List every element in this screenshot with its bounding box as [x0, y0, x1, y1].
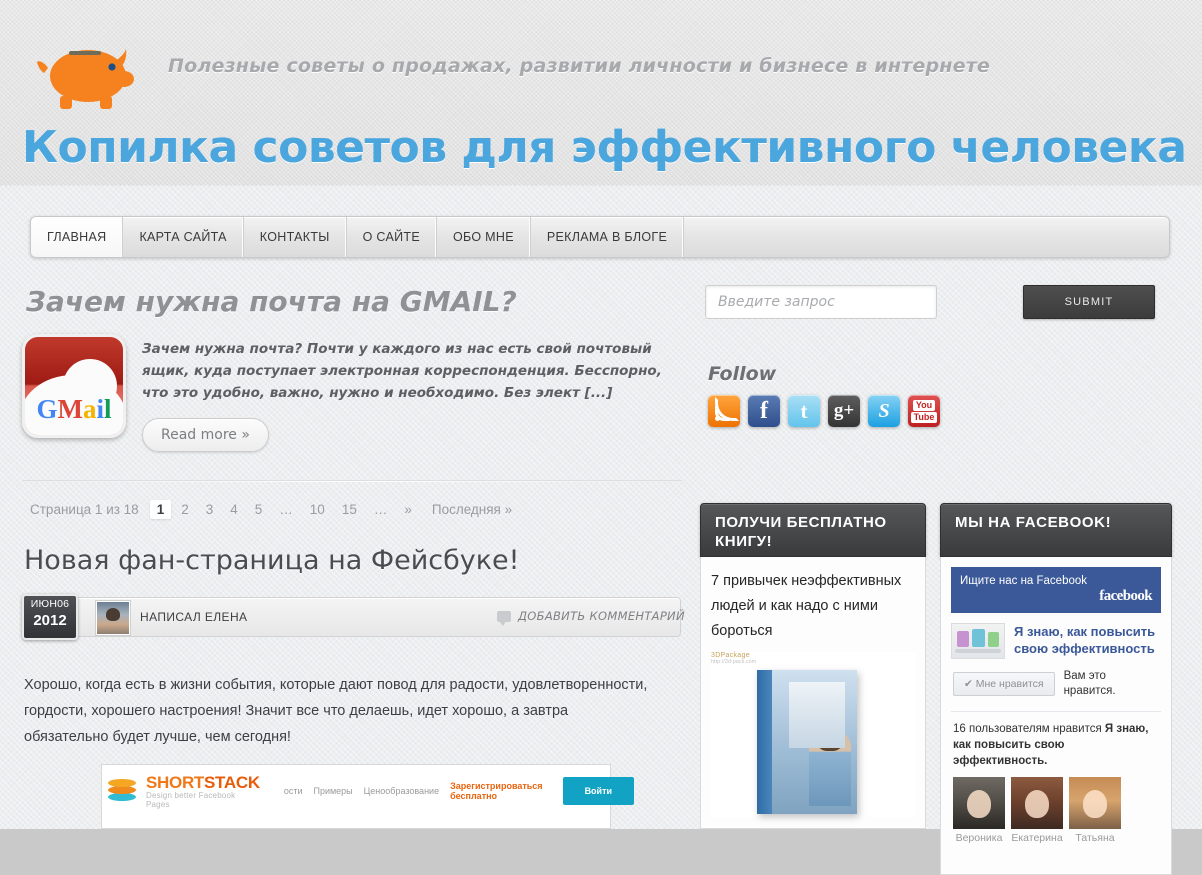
- search-submit-button[interactable]: SUBMIT: [1023, 285, 1155, 319]
- pagination-page-5[interactable]: 5: [248, 500, 270, 519]
- shortstack-nav-news[interactable]: ости: [284, 786, 303, 796]
- youtube-icon[interactable]: You Tube: [908, 395, 940, 427]
- facebook-like-count-number: 16 пользователям нравится: [953, 723, 1105, 735]
- facebook-fan-list: Вероника Екатерина Татьяна: [941, 769, 1171, 844]
- widget-free-book-title: ПОЛУЧИ БЕСПЛАТНО КНИГУ!: [700, 503, 926, 557]
- fan-name: Вероника: [955, 832, 1003, 844]
- pagination-page-4[interactable]: 4: [223, 500, 245, 519]
- pagination-ellipsis-2: …: [373, 502, 388, 517]
- nav-item-home[interactable]: ГЛАВНАЯ: [31, 217, 124, 257]
- rss-icon[interactable]: [708, 395, 740, 427]
- widget-free-book: ПОЛУЧИ БЕСПЛАТНО КНИГУ! 7 привычек неэфф…: [700, 503, 926, 829]
- youtube-label-bottom: Tube: [910, 411, 938, 423]
- fan-name: Татьяна: [1075, 832, 1115, 844]
- follow-heading: Follow: [708, 363, 777, 385]
- book-3d-cover: [757, 670, 857, 814]
- shortstack-nav-examples[interactable]: Примеры: [313, 786, 352, 796]
- post-body: Хорошо, когда есть в жизни события, кото…: [24, 677, 648, 745]
- add-comment-link[interactable]: ДОБАВИТЬ КОММЕНТАРИЙ: [497, 609, 685, 626]
- shortstack-tagline: Design better Facebook Pages: [146, 790, 236, 809]
- post-date-month: ИЮН06: [30, 598, 70, 610]
- facebook-widget-header: Ищите нас на Facebook facebook: [951, 567, 1161, 613]
- main-content: Зачем нужна почта на GMAIL? GMail Зачем …: [22, 285, 682, 452]
- facebook-fan[interactable]: Екатерина: [1011, 777, 1063, 844]
- book-cover-image[interactable]: 3DPackage http://3d-pack.com: [711, 652, 915, 817]
- widget-facebook-title: МЫ НА FACEBOOK!: [940, 503, 1172, 557]
- pagination-ellipsis-1: …: [279, 502, 293, 517]
- facebook-page-name[interactable]: Я знаю, как повысить свою эффективность: [1014, 623, 1161, 659]
- shortstack-name-bold: STACK: [204, 772, 260, 792]
- pagination-label: Страница 1 из 18: [30, 502, 139, 517]
- shortstack-screenshot: SHORTSTACK Design better Facebook Pages …: [101, 764, 635, 829]
- sidebar-top: SUBMIT Follow f t g+ S You Tube: [700, 285, 1180, 427]
- post-title[interactable]: Новая фан-страница на Фейсбуке!: [24, 545, 520, 576]
- post-author: НАПИСАЛ ЕЛЕНА: [140, 610, 248, 624]
- fan-avatar: [1069, 777, 1121, 829]
- shortstack-nav-pricing[interactable]: Ценообразование: [364, 786, 439, 796]
- site-title: Копилка советов для эффективного человек…: [22, 122, 1187, 173]
- facebook-like-count: 16 пользователям нравится Я знаю, как по…: [941, 712, 1171, 769]
- shortstack-name-light: SHORT: [146, 772, 205, 792]
- shortstack-wordmark: SHORTSTACK: [146, 774, 260, 791]
- facebook-icon[interactable]: f: [748, 395, 780, 427]
- content-divider: [22, 480, 682, 482]
- nav-item-advertising[interactable]: РЕКЛАМА В БЛОГЕ: [531, 217, 685, 257]
- fan-name: Екатерина: [1011, 832, 1063, 844]
- book-watermark: 3DPackage: [711, 652, 750, 659]
- facebook-brand-wordmark: facebook: [1099, 588, 1152, 604]
- book-watermark-url: http://3d-pack.com: [711, 659, 757, 665]
- facebook-page-thumbnail: [951, 623, 1005, 659]
- page-root: Полезные советы о продажах, развитии лич…: [0, 0, 1202, 875]
- pagination-page-15[interactable]: 15: [335, 500, 364, 519]
- post-date-year: 2012: [33, 612, 67, 629]
- facebook-like-button[interactable]: ✔ Мне нравится: [953, 672, 1055, 696]
- shortstack-login-button[interactable]: Войти: [562, 777, 635, 805]
- pagination: Страница 1 из 18 1 2 3 4 5 … 10 15 … » П…: [30, 500, 512, 519]
- gmail-wordmark: GMail: [36, 394, 112, 424]
- skype-icon[interactable]: S: [868, 395, 900, 427]
- pagination-last[interactable]: Последняя »: [432, 502, 512, 517]
- read-more-button[interactable]: Read more »: [142, 418, 269, 452]
- widget-facebook: МЫ НА FACEBOOK! Ищите нас на Facebook fa…: [940, 503, 1172, 875]
- nav-item-about-site[interactable]: О САЙТЕ: [347, 217, 437, 257]
- add-comment-label: ДОБАВИТЬ КОММЕНТАРИЙ: [518, 609, 685, 623]
- facebook-fan[interactable]: Вероника: [953, 777, 1005, 844]
- google-plus-icon[interactable]: g+: [828, 395, 860, 427]
- featured-post-title[interactable]: Зачем нужна почта на GMAIL?: [26, 285, 682, 318]
- nav-item-sitemap[interactable]: КАРТА САЙТА: [123, 217, 244, 257]
- facebook-find-us-label: Ищите нас на Facebook: [960, 575, 1088, 587]
- facebook-fan[interactable]: Татьяна: [1069, 777, 1121, 844]
- pagination-page-10[interactable]: 10: [303, 500, 332, 519]
- piggy-bank-icon: [36, 32, 146, 112]
- nav-item-contacts[interactable]: КОНТАКТЫ: [244, 217, 347, 257]
- pagination-page-3[interactable]: 3: [199, 500, 221, 519]
- gmail-icon[interactable]: GMail: [22, 334, 126, 438]
- youtube-label-top: You: [912, 399, 936, 411]
- facebook-you-like-label: Вам это нравится.: [1063, 670, 1116, 697]
- social-links: f t g+ S You Tube: [708, 395, 1180, 427]
- featured-post-excerpt: Зачем нужна почта? Почти у каждого из на…: [142, 341, 662, 401]
- widget-free-book-text: 7 привычек неэффективных людей и как над…: [711, 573, 902, 639]
- shortstack-logo-icon: [108, 777, 136, 805]
- fan-avatar: [1011, 777, 1063, 829]
- twitter-icon[interactable]: t: [788, 395, 820, 427]
- pagination-next[interactable]: »: [397, 500, 419, 519]
- fan-avatar: [953, 777, 1005, 829]
- shortstack-signup-link[interactable]: Зарегистрироваться бесплатно: [450, 781, 542, 801]
- author-avatar: [96, 601, 130, 635]
- pagination-page-1[interactable]: 1: [149, 500, 172, 519]
- search-input[interactable]: [705, 285, 937, 319]
- shortstack-nav: ости Примеры Ценообразование Зарегистрир…: [284, 781, 543, 801]
- site-tagline: Полезные советы о продажах, развитии лич…: [168, 55, 990, 77]
- post-date-badge: ИЮН06 2012: [22, 594, 78, 640]
- pagination-page-2[interactable]: 2: [174, 500, 196, 519]
- comment-bubble-icon: [497, 610, 511, 626]
- nav-item-about-me[interactable]: ОБО МНЕ: [437, 217, 531, 257]
- main-navigation: ГЛАВНАЯ КАРТА САЙТА КОНТАКТЫ О САЙТЕ ОБО…: [30, 216, 1170, 258]
